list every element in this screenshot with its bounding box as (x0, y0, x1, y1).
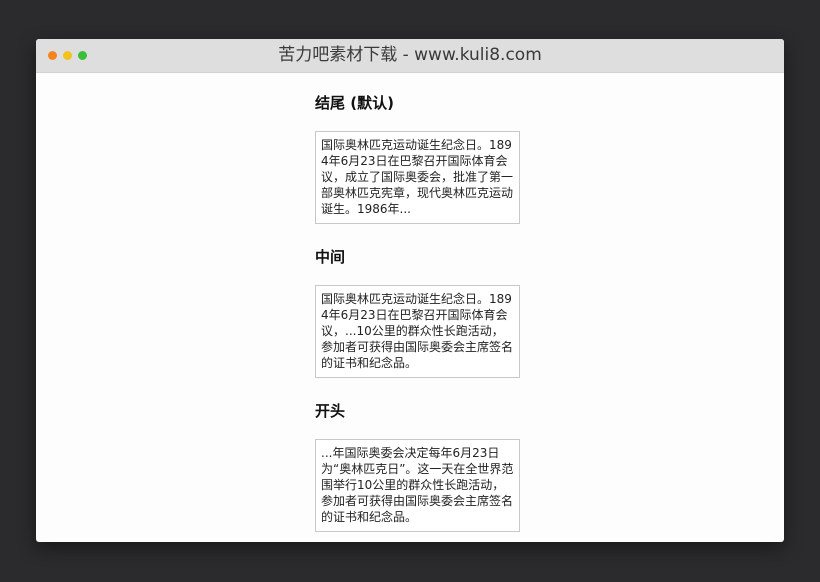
section-heading: 开头 (315, 402, 346, 420)
title-bar: 苦力吧素材下载 - www.kuli8.com (36, 39, 784, 73)
main-content: 结尾 (默认) 国际奥林匹克运动诞生纪念日。1894年6月23日在巴黎召开国际体… (315, 93, 555, 542)
truncated-text-box[interactable]: 国际奥林匹克运动诞生纪念日。1894年6月23日在巴黎召开国际体育会议，成立了国… (315, 131, 520, 224)
truncated-text-box[interactable]: ...年国际奥委会决定每年6月23日为“奥林匹克日”。这一天在全世界范围举行10… (315, 439, 520, 532)
section-middle: 中间 国际奥林匹克运动诞生纪念日。1894年6月23日在巴黎召开国际体育会议，.… (315, 247, 555, 378)
browser-window: 苦力吧素材下载 - www.kuli8.com 结尾 (默认) 国际奥林匹克运动… (36, 39, 784, 542)
section-heading: 中间 (315, 248, 346, 266)
section-heading: 结尾 (默认) (315, 94, 394, 112)
window-title: 苦力吧素材下载 - www.kuli8.com (278, 45, 542, 65)
truncated-text-box[interactable]: 国际奥林匹克运动诞生纪念日。1894年6月23日在巴黎召开国际体育会议，...1… (315, 285, 520, 378)
section-start: 开头 ...年国际奥委会决定每年6月23日为“奥林匹克日”。这一天在全世界范围举… (315, 401, 555, 532)
section-end: 结尾 (默认) 国际奥林匹克运动诞生纪念日。1894年6月23日在巴黎召开国际体… (315, 93, 555, 224)
